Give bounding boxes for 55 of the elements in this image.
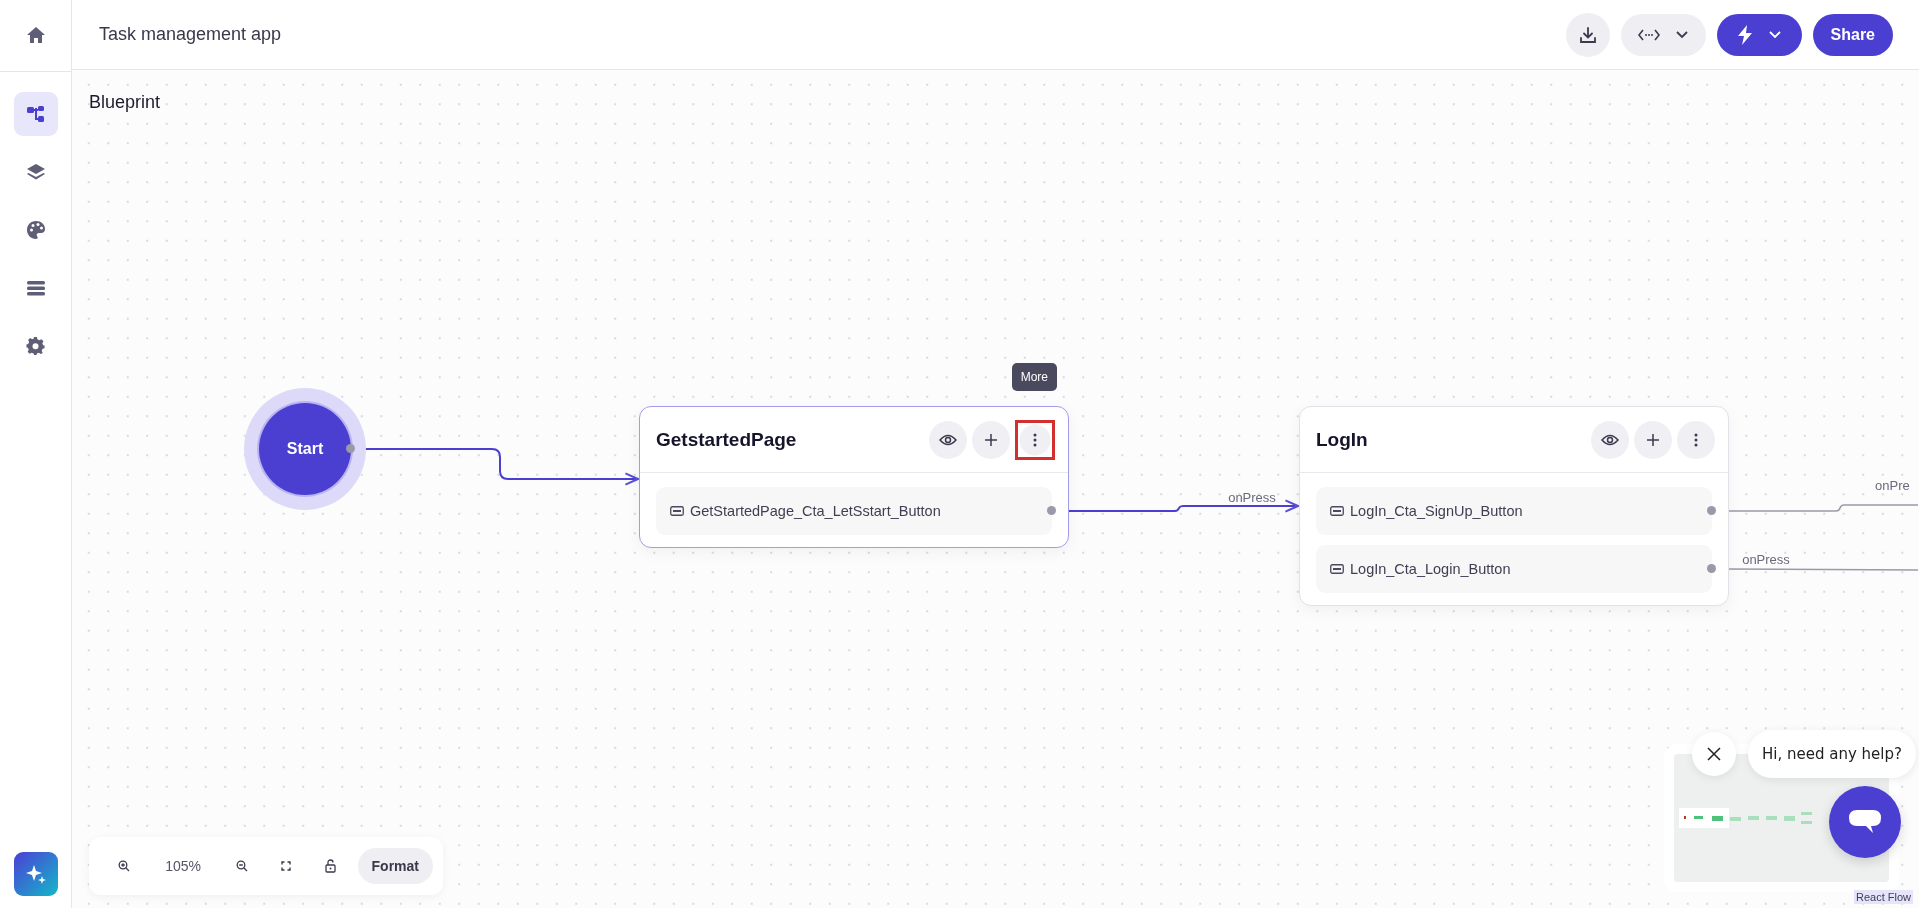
flow-nav-button[interactable] bbox=[13, 92, 58, 136]
screen-node-title: LogIn bbox=[1316, 428, 1368, 451]
lightning-icon bbox=[1737, 24, 1754, 45]
more-vertical-icon bbox=[1694, 432, 1698, 447]
chat-message-bubble: Hi, need any help? bbox=[1748, 730, 1916, 778]
eye-icon bbox=[939, 433, 957, 446]
zoom-out-icon bbox=[236, 860, 249, 872]
share-button[interactable]: Share bbox=[1812, 13, 1893, 56]
screen-node-title: GetstartedPage bbox=[656, 428, 797, 451]
connection-handle[interactable] bbox=[346, 444, 355, 453]
component-name: GetStartedPage_Cta_LetSstart_Button bbox=[690, 503, 941, 519]
edge-label: onPress bbox=[1228, 490, 1276, 505]
chevron-down-icon bbox=[1676, 30, 1689, 39]
zoom-in-icon bbox=[118, 860, 131, 872]
component-name: LogIn_Cta_Login_Button bbox=[1350, 561, 1511, 577]
home-icon bbox=[25, 25, 46, 45]
connection-handle[interactable] bbox=[1707, 506, 1716, 515]
close-icon bbox=[1706, 746, 1722, 762]
project-title: Task management app bbox=[99, 24, 282, 45]
plus-icon bbox=[1646, 432, 1660, 447]
list-icon bbox=[25, 278, 46, 298]
edge-label: onPress bbox=[1742, 552, 1790, 567]
more-button[interactable] bbox=[1015, 419, 1055, 460]
edge-label: onPre bbox=[1875, 478, 1910, 493]
plus-icon bbox=[984, 432, 998, 447]
preview-button[interactable] bbox=[929, 420, 967, 459]
screen-node-card[interactable]: LogIn LogIn_Cta_SignUp_Button LogIn_Cta_Login_Button bbox=[1299, 406, 1729, 606]
button-component-icon bbox=[670, 506, 684, 516]
fit-view-icon bbox=[281, 861, 292, 871]
add-button[interactable] bbox=[1634, 420, 1672, 459]
connection-handle[interactable] bbox=[1047, 506, 1056, 515]
flow-tree-icon bbox=[25, 104, 46, 124]
ai-assistant-button[interactable] bbox=[13, 852, 58, 896]
palette-icon bbox=[25, 220, 46, 240]
code-icon bbox=[1638, 27, 1661, 42]
canvas-title: Blueprint bbox=[89, 92, 161, 113]
lightning-dropdown-button[interactable] bbox=[1716, 13, 1802, 56]
attribution-link[interactable]: React Flow bbox=[1853, 890, 1913, 904]
settings-icon bbox=[25, 336, 46, 356]
add-button[interactable] bbox=[972, 420, 1010, 459]
code-dropdown-button[interactable] bbox=[1620, 13, 1706, 56]
zoom-level: 105% bbox=[164, 858, 202, 874]
format-button[interactable]: Format bbox=[357, 848, 433, 884]
lock-icon bbox=[324, 859, 336, 873]
layers-icon bbox=[25, 162, 46, 182]
download-icon bbox=[1578, 25, 1597, 44]
button-component-icon bbox=[1330, 506, 1344, 516]
button-component-icon bbox=[1330, 564, 1344, 574]
component-name: LogIn_Cta_SignUp_Button bbox=[1350, 503, 1523, 519]
tooltip: More bbox=[1011, 363, 1057, 391]
connection-handle[interactable] bbox=[1707, 564, 1716, 573]
more-vertical-icon bbox=[1033, 432, 1037, 447]
eye-icon bbox=[1601, 433, 1619, 446]
preview-button[interactable] bbox=[1591, 420, 1629, 459]
chevron-down-icon bbox=[1769, 30, 1782, 39]
